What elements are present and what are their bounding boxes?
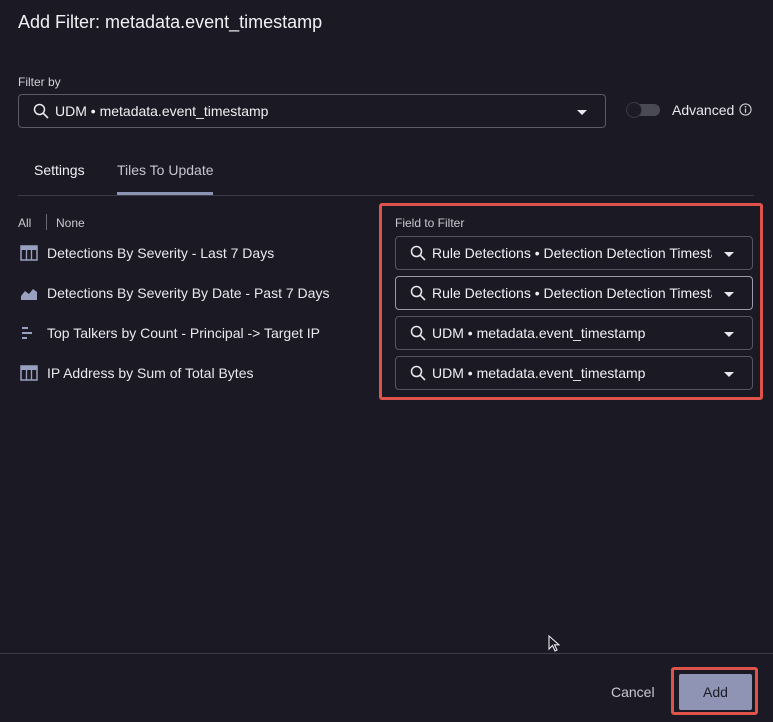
chevron-down-icon — [724, 332, 734, 337]
chevron-down-icon — [724, 292, 734, 297]
advanced-label: Advanced — [672, 102, 735, 118]
tile-row[interactable]: Top Talkers by Count - Principal -> Targ… — [20, 323, 320, 343]
advanced-toggle[interactable] — [626, 102, 662, 118]
tile-row[interactable]: Detections By Severity By Date - Past 7 … — [20, 283, 329, 303]
field-select[interactable]: UDM • metadata.event_timestamp — [395, 356, 753, 390]
bar-list-icon — [22, 327, 32, 339]
tab-tiles-to-update[interactable]: Tiles To Update — [117, 162, 214, 178]
field-select-value: UDM • metadata.event_timestamp — [432, 365, 646, 381]
tab-bar: Settings Tiles To Update — [18, 155, 754, 196]
tile-name: Detections By Severity By Date - Past 7 … — [47, 285, 330, 301]
field-select-value: UDM • metadata.event_timestamp — [432, 325, 646, 341]
active-tab-indicator — [117, 192, 213, 195]
search-icon — [33, 103, 49, 119]
tile-name: Top Talkers by Count - Principal -> Targ… — [47, 325, 320, 341]
select-divider — [46, 214, 47, 230]
search-icon — [410, 285, 426, 301]
field-select-value: Rule Detections • Detection Detection Ti… — [432, 285, 712, 301]
field-select[interactable]: UDM • metadata.event_timestamp — [395, 316, 753, 350]
field-select-value: Rule Detections • Detection Detection Ti… — [432, 245, 712, 261]
chevron-down-icon — [577, 110, 587, 115]
chevron-down-icon — [724, 252, 734, 257]
filter-by-value: UDM • metadata.event_timestamp — [55, 103, 269, 119]
select-all-link[interactable]: All — [18, 216, 31, 230]
chevron-down-icon — [724, 372, 734, 377]
table-icon — [20, 365, 38, 381]
field-to-filter-label: Field to Filter — [395, 216, 465, 230]
add-button[interactable]: Add — [679, 674, 752, 710]
toggle-knob — [626, 102, 642, 118]
search-icon — [410, 325, 426, 341]
search-icon — [410, 365, 426, 381]
footer-divider — [0, 653, 773, 654]
field-select[interactable]: Rule Detections • Detection Detection Ti… — [395, 236, 753, 270]
tile-row[interactable]: IP Address by Sum of Total Bytes — [20, 363, 253, 383]
search-icon — [410, 245, 426, 261]
filter-by-label: Filter by — [18, 75, 61, 89]
filter-by-select[interactable]: UDM • metadata.event_timestamp — [18, 94, 606, 128]
tab-settings[interactable]: Settings — [34, 162, 85, 178]
cancel-button[interactable]: Cancel — [611, 684, 655, 700]
field-select[interactable]: Rule Detections • Detection Detection Ti… — [395, 276, 753, 310]
tile-name: IP Address by Sum of Total Bytes — [47, 365, 254, 381]
tile-row[interactable]: Detections By Severity - Last 7 Days — [20, 243, 274, 263]
select-none-link[interactable]: None — [56, 216, 85, 230]
info-icon[interactable] — [739, 103, 752, 116]
mouse-cursor-icon — [548, 635, 560, 652]
tile-name: Detections By Severity - Last 7 Days — [47, 245, 275, 261]
dialog-title: Add Filter: metadata.event_timestamp — [18, 12, 323, 32]
area-chart-icon — [21, 289, 37, 300]
table-icon — [20, 245, 38, 261]
